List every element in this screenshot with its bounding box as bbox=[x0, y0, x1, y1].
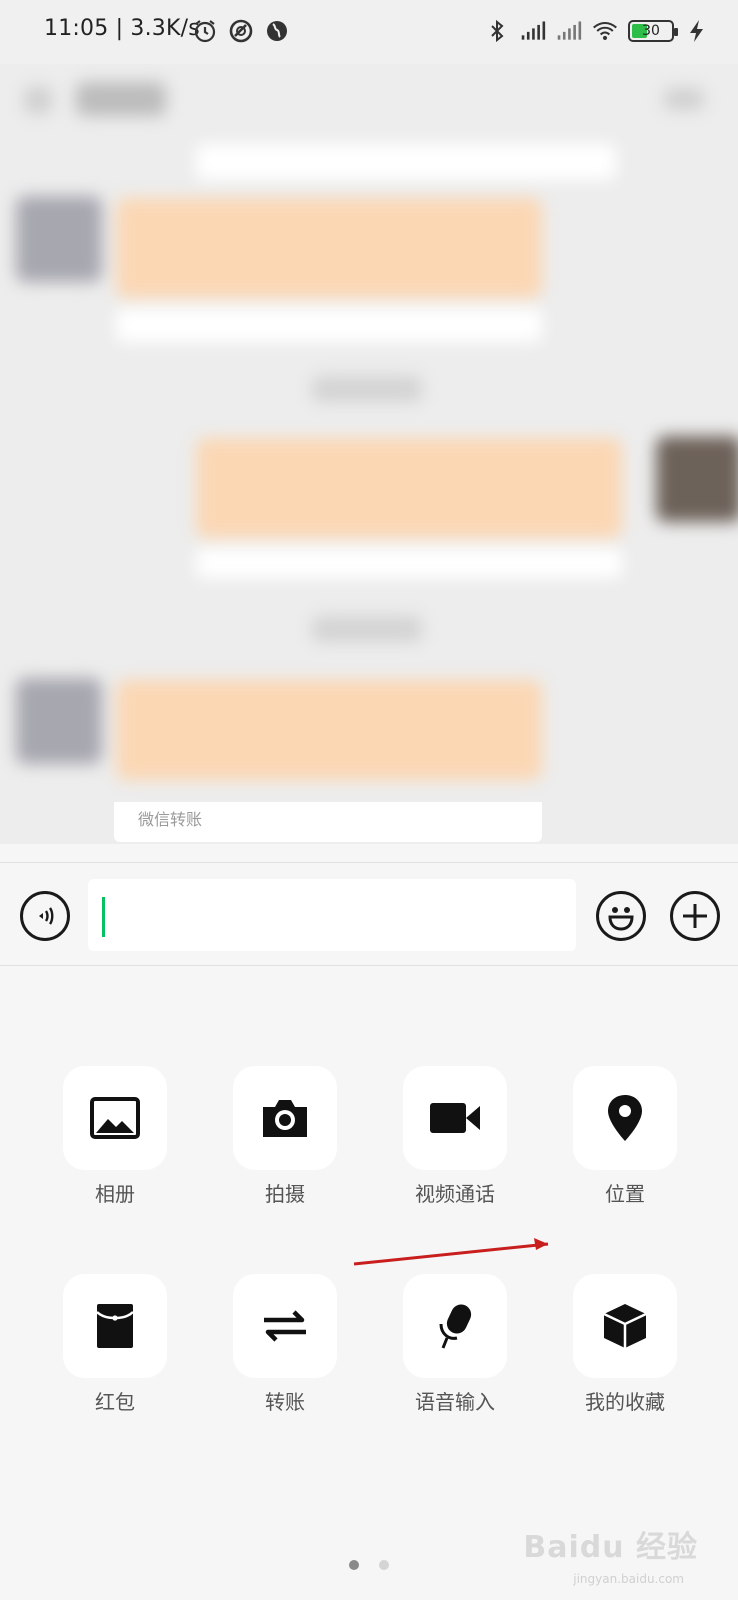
chat-title bbox=[76, 82, 166, 116]
more-functions-button[interactable] bbox=[670, 891, 720, 941]
transfer-card-footer: 微信转账 bbox=[114, 802, 542, 842]
panel-item-camera[interactable]: 拍摄 bbox=[206, 1066, 376, 1226]
avatar bbox=[656, 436, 738, 522]
panel-item-label: 相册 bbox=[95, 1182, 135, 1206]
panel-item-label: 拍摄 bbox=[265, 1182, 305, 1206]
panel-item-label: 我的收藏 bbox=[585, 1390, 665, 1414]
video-call-icon bbox=[430, 1103, 480, 1133]
panel-item-label: 红包 bbox=[95, 1390, 135, 1414]
globe-icon bbox=[267, 21, 287, 41]
location-pin-icon bbox=[608, 1095, 642, 1141]
back-icon bbox=[24, 86, 52, 114]
message-input[interactable] bbox=[88, 879, 576, 951]
page-dot[interactable] bbox=[379, 1560, 389, 1570]
watermark-url: jingyan.baidu.com bbox=[573, 1572, 684, 1586]
emoji-icon bbox=[608, 907, 634, 931]
battery-icon: 30 bbox=[628, 20, 678, 42]
message-bubble bbox=[116, 680, 542, 780]
red-packet-icon bbox=[96, 1304, 134, 1348]
panel-item-transfer[interactable]: 转账 bbox=[206, 1274, 376, 1434]
voice-button[interactable] bbox=[20, 891, 70, 941]
camera-icon bbox=[263, 1100, 307, 1137]
voice-icon bbox=[39, 907, 54, 925]
no-disturb-icon bbox=[229, 19, 253, 43]
favorites-cube-icon bbox=[603, 1304, 647, 1348]
timestamp bbox=[312, 376, 422, 402]
panel-item-voice-input[interactable]: 语音输入 bbox=[376, 1274, 546, 1434]
bluetooth-icon bbox=[491, 19, 504, 43]
status-time: 11:05 | 3.3K/s bbox=[44, 16, 200, 41]
panel-item-label: 视频通话 bbox=[415, 1182, 495, 1206]
message-bubble bbox=[196, 438, 622, 538]
panel-item-favorites[interactable]: 我的收藏 bbox=[546, 1274, 716, 1434]
red-arrow-annotation bbox=[353, 1238, 549, 1266]
microphone-icon bbox=[439, 1304, 472, 1349]
image-icon bbox=[90, 1097, 140, 1139]
panel-item-album[interactable]: 相册 bbox=[36, 1066, 206, 1226]
more-icon bbox=[664, 88, 704, 110]
charging-icon bbox=[690, 20, 703, 42]
avatar bbox=[16, 678, 102, 764]
alarm-icon bbox=[194, 20, 216, 43]
chat-history bbox=[0, 64, 738, 844]
panel-item-red-packet[interactable]: 红包 bbox=[36, 1274, 206, 1434]
emoji-button[interactable] bbox=[596, 891, 646, 941]
signal-icon bbox=[521, 21, 546, 40]
text-caret bbox=[102, 897, 105, 937]
avatar bbox=[16, 196, 102, 282]
signal-icon bbox=[557, 21, 582, 40]
panel-item-video-call[interactable]: 视频通话 bbox=[376, 1066, 546, 1226]
timestamp bbox=[312, 616, 422, 642]
message-bubble bbox=[116, 198, 542, 298]
panel-item-location[interactable]: 位置 bbox=[546, 1066, 716, 1226]
wifi-icon bbox=[593, 21, 617, 41]
baidu-jingyan-watermark: Baidu 经验 bbox=[523, 1530, 698, 1565]
panel-item-label: 转账 bbox=[265, 1390, 305, 1414]
status-bar: 11:05 | 3.3K/s 30 bbox=[0, 0, 738, 64]
input-bar bbox=[0, 862, 738, 966]
panel-item-label: 位置 bbox=[605, 1182, 645, 1206]
plus-icon bbox=[683, 904, 707, 928]
panel-item-label: 语音输入 bbox=[415, 1390, 495, 1414]
page-dot-active[interactable] bbox=[349, 1560, 359, 1570]
function-panel: 相册 拍摄 视频通话 位置 红包 转账 语音输入 我的收藏 bbox=[0, 968, 738, 1600]
transfer-icon bbox=[264, 1310, 306, 1342]
